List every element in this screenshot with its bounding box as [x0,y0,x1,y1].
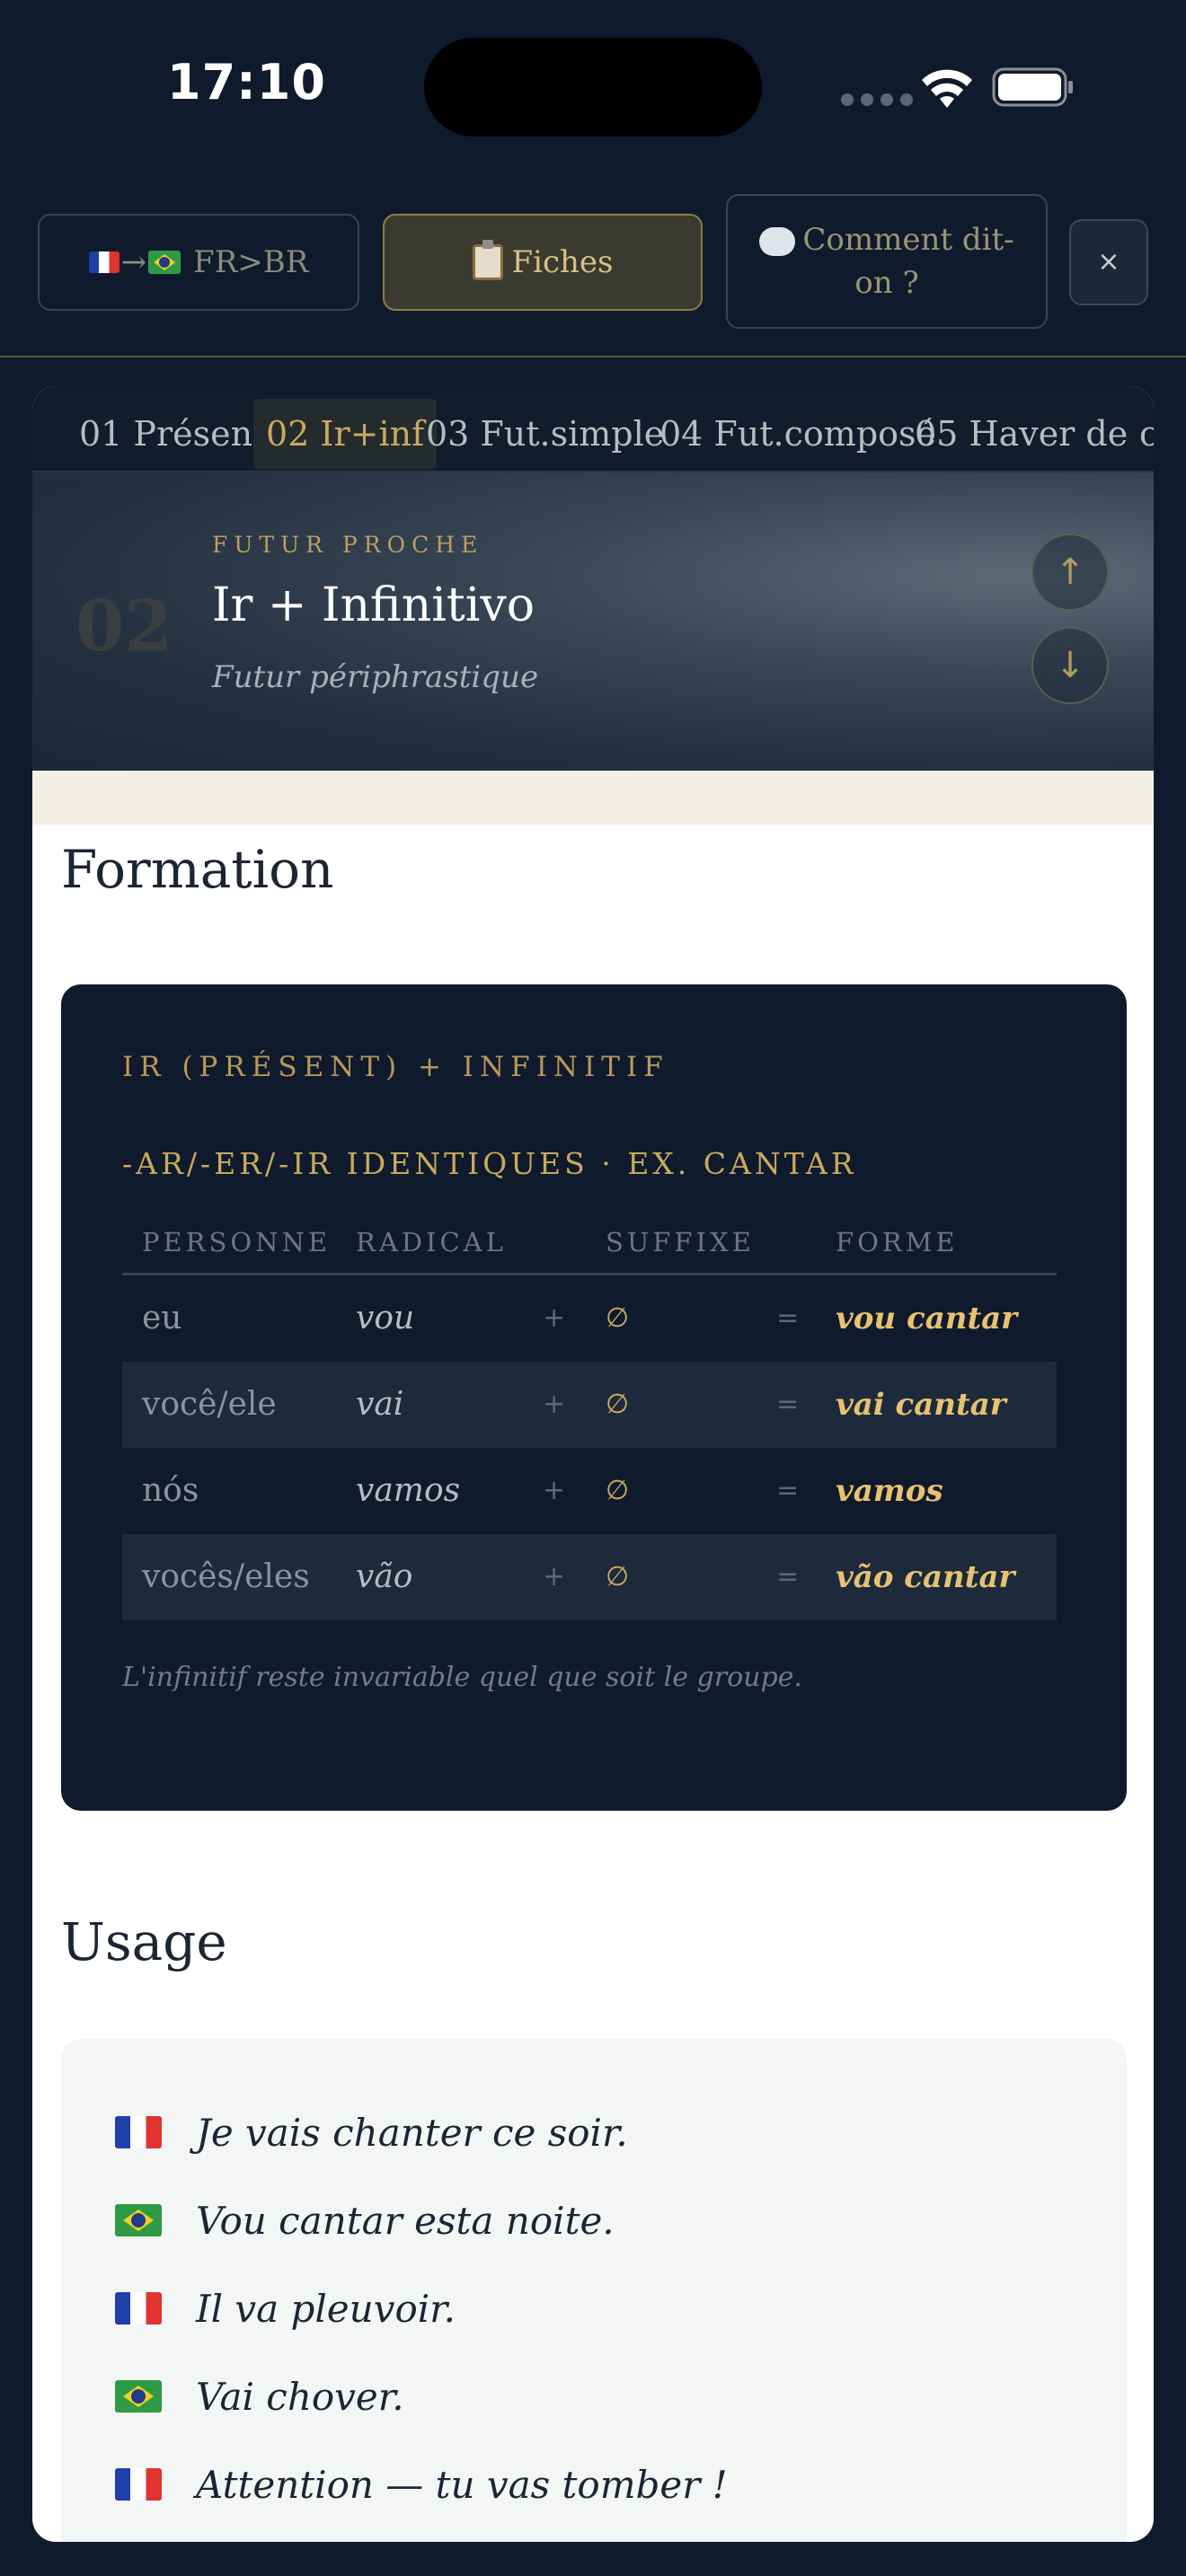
toolbar: → FR>BR Fiches Comment dit-on ? × [0,189,1186,357]
fiche-card: 01 Présent 02 Ir+inf 03 Fut.simple 04 Fu… [32,386,1154,2542]
usage-examples: Je vais chanter ce soir. Vou cantar esta… [61,2039,1127,2542]
cell-radical: vai [356,1386,404,1423]
brazil-flag-icon [115,2204,162,2236]
arrow-up-icon: ↑ [1055,551,1085,593]
language-direction-button[interactable]: → FR>BR [38,214,359,311]
cellular-signal-icon [841,93,913,106]
list-item: Je vais chanter ce soir. [115,2105,628,2159]
lesson-number: 02 [75,586,173,667]
list-item: Vou cantar esta noite. [115,2193,615,2247]
example-text: Vou cantar esta noite. [196,2198,615,2243]
cell-suffix: ∅ [606,1302,630,1334]
france-flag-icon [115,2116,162,2148]
cell-suffix: ∅ [606,1389,630,1420]
usage-heading: Usage [61,1911,227,1972]
comment-dit-on-text: Comment dit-on ? [802,222,1014,301]
formation-kicker: IR (PRÉSENT) + INFINITIF [122,1051,669,1083]
list-item: Vai chover. [115,2369,404,2423]
status-bar: 17:10 [0,0,1186,180]
cell-equals: = [776,1475,800,1506]
arrow-label: → [120,244,147,280]
column-header-radical: RADICAL [356,1227,507,1257]
cell-equals: = [776,1561,800,1592]
cell-form: vão cantar [836,1559,1015,1595]
cell-person: você/ele [142,1386,277,1423]
tab-next-partial[interactable]: c [1127,399,1154,469]
comment-dit-on-label: Comment dit-on ? [751,218,1022,304]
lesson-title: Ir + Infinitivo [212,578,535,632]
france-flag-icon [88,251,119,273]
example-text: Vai chover. [196,2374,404,2419]
battery-icon [992,67,1073,107]
cell-radical: vão [356,1558,413,1595]
brazil-flag-icon [148,251,181,274]
column-header-forme: FORME [836,1227,959,1257]
france-flag-icon [115,2292,162,2325]
cell-equals: = [776,1302,800,1334]
cell-person: vocês/eles [142,1558,310,1595]
france-flag-icon [115,2468,162,2501]
lesson-kicker: FUTUR PROCHE [212,532,484,558]
cell-plus: + [543,1389,566,1420]
column-header-personne: PERSONNE [142,1227,332,1257]
arrow-down-icon: ↓ [1055,645,1085,686]
cell-plus: + [543,1561,566,1592]
list-item: Il va pleuvoir. [115,2281,456,2335]
cell-radical: vamos [356,1472,461,1509]
cell-person: eu [142,1300,182,1337]
tab-haver-de[interactable]: 05 Haver de [902,399,1140,469]
lesson-tabs: 01 Présent 02 Ir+inf 03 Fut.simple 04 Fu… [32,386,1154,472]
fiches-button[interactable]: Fiches [383,214,703,311]
table-row: eu vou + ∅ = vou cantar [122,1275,1057,1362]
tab-futur-simple[interactable]: 03 Fut.simple [413,399,677,469]
formation-subheading: -AR/-ER/-IR IDENTIQUES · EX. CANTAR [122,1146,857,1181]
fiches-label: Fiches [511,244,614,280]
cell-suffix: ∅ [606,1475,630,1506]
list-item: Attention — tu vas tomber ! [115,2457,728,2511]
previous-lesson-button[interactable]: ↑ [1031,534,1109,611]
cell-plus: + [543,1302,566,1334]
header-divider-band [32,771,1154,825]
dynamic-island [424,38,762,137]
table-row: nós vamos + ∅ = vamos cantar [122,1448,1057,1595]
table-row: vocês/eles vão + ∅ = vão cantar [122,1534,1057,1620]
example-text: Il va pleuvoir. [196,2286,456,2331]
status-time: 17:10 [167,54,326,110]
tab-present[interactable]: 01 Présent [66,399,279,469]
formation-panel: IR (PRÉSENT) + INFINITIF -AR/-ER/-IR IDE… [61,984,1127,1811]
cell-suffix: ∅ [606,1561,630,1592]
speech-bubble-icon [759,227,796,256]
close-button[interactable]: × [1069,219,1148,305]
column-header-suffixe: SUFFIXE [606,1227,755,1257]
cell-radical: vou [356,1300,415,1337]
next-lesson-button[interactable]: ↓ [1031,627,1109,704]
cell-plus: + [543,1475,566,1506]
clipboard-icon [472,240,503,280]
table-row: você/ele vai + ∅ = vai cantar [122,1362,1057,1448]
lesson-subtitle: Futur périphrastique [212,659,539,695]
lesson-header: 02 FUTUR PROCHE Ir + Infinitivo Futur pé… [32,472,1154,771]
cell-form: vai cantar [836,1387,1006,1423]
example-text: Je vais chanter ce soir. [196,2110,628,2155]
language-direction-label: FR>BR [193,244,309,280]
formation-note: L'infinitif reste invariable quel que so… [122,1662,802,1693]
comment-dit-on-button[interactable]: Comment dit-on ? [726,194,1048,329]
cell-equals: = [776,1389,800,1420]
brazil-flag-icon [115,2380,162,2413]
cell-person: nós [142,1472,199,1509]
formation-heading: Formation [61,839,334,900]
tab-ir-inf[interactable]: 02 Ir+inf [253,399,438,469]
wifi-icon [922,69,972,108]
example-text: Attention — tu vas tomber ! [196,2462,728,2507]
table-header-row: PERSONNE RADICAL SUFFIXE FORME [122,1214,1057,1275]
conjugation-table: PERSONNE RADICAL SUFFIXE FORME eu vou + … [122,1214,1057,1620]
cell-form: vou cantar [836,1301,1018,1337]
